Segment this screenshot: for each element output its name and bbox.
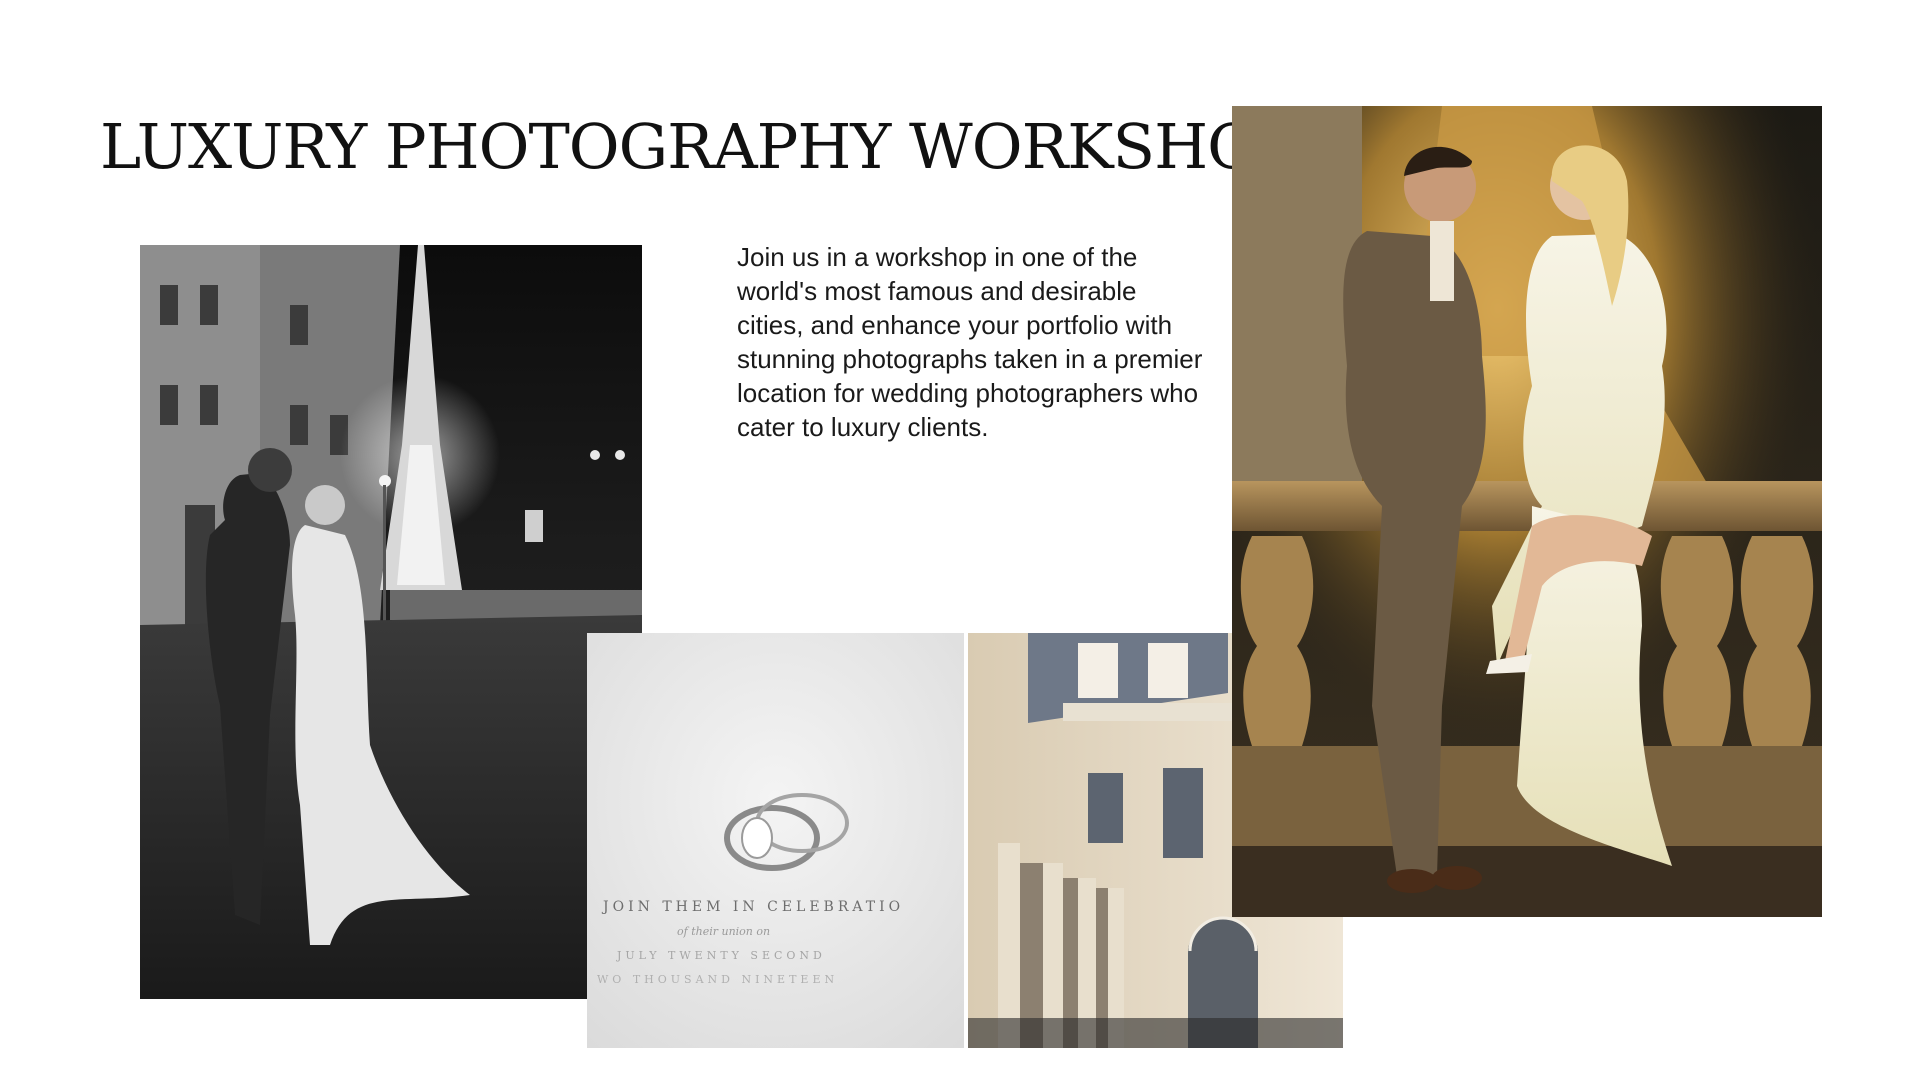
photo-couple-eiffel-color — [1232, 106, 1822, 917]
photo-couple-eiffel-color-image — [1232, 106, 1822, 917]
photo-couple-eiffel-bw-image — [140, 245, 642, 999]
photo-couple-eiffel-bw — [140, 245, 642, 999]
card-line-3: JULY TWENTY SECOND — [616, 949, 826, 962]
slide: LUXURY PHOTOGRAPHY WORKSHOP Join us in a… — [0, 0, 1920, 1080]
photo-rings-invitation: JOIN THEM IN CELEBRATIO of their union o… — [587, 633, 964, 1048]
workshop-description: Join us in a workshop in one of the worl… — [737, 242, 1203, 442]
card-line-1: JOIN THEM IN CELEBRATIO — [601, 899, 904, 915]
photo-rings-invitation-image: JOIN THEM IN CELEBRATIO of their union o… — [587, 633, 964, 1048]
slide-title: LUXURY PHOTOGRAPHY WORKSHOP — [100, 110, 1299, 183]
card-line-4: WO THOUSAND NINETEEN — [597, 973, 838, 986]
card-line-2: of their union on — [677, 925, 770, 938]
